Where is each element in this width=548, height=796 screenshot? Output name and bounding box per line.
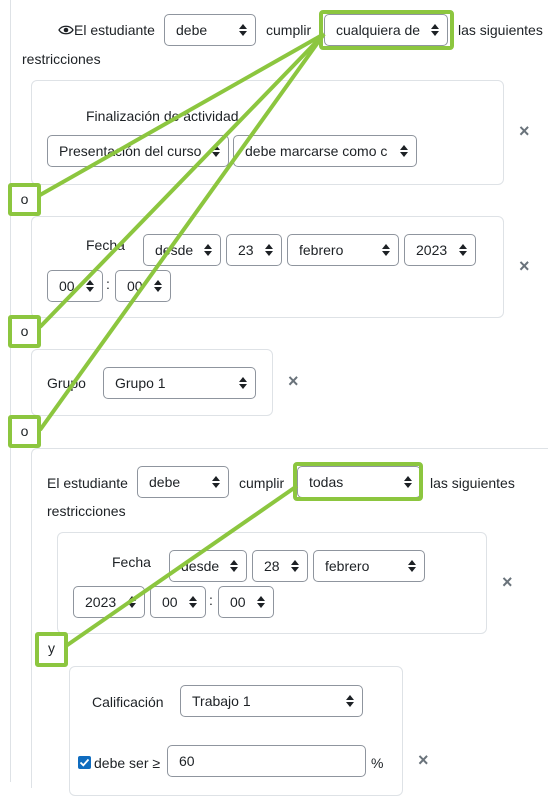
date2-month-select[interactable]: febrero — [313, 550, 425, 582]
group-select[interactable]: Grupo 1 — [103, 367, 256, 399]
date2-direction-select[interactable]: desde — [169, 550, 247, 582]
grade-item-select[interactable]: Trabajo 1 — [180, 685, 363, 717]
select-caret-icon — [257, 596, 265, 608]
date2-day-value: 28 — [264, 558, 280, 574]
grade-item-value: Trabajo 1 — [192, 693, 251, 709]
completion-activity-select[interactable]: Presentación del curso — [47, 135, 229, 167]
nested-student-label: El estudiante — [47, 475, 128, 491]
date-condition-box-2 — [57, 532, 487, 634]
select-caret-icon — [128, 596, 136, 608]
select-caret-icon — [265, 244, 273, 256]
completion-activity-value: Presentación del curso — [59, 143, 202, 159]
date2-label: Fecha — [112, 554, 151, 570]
select-caret-icon — [382, 244, 390, 256]
operator-or-3: o — [8, 415, 41, 448]
group-label: Grupo — [47, 375, 86, 391]
date1-day-select[interactable]: 23 — [226, 234, 282, 266]
root-following-label: las siguientes — [458, 22, 543, 38]
select-caret-icon — [204, 244, 212, 256]
grade-min-input[interactable]: 60 — [167, 745, 366, 777]
root-fulfil-label: cumplir — [266, 22, 312, 38]
date2-minute-select[interactable]: 00 — [218, 586, 274, 618]
eye-icon[interactable] — [58, 23, 74, 37]
completion-condition-select[interactable]: debe marcarse como c — [233, 135, 417, 167]
date2-year-value: 2023 — [85, 594, 117, 610]
date1-minute-select[interactable]: 00 — [115, 270, 171, 302]
select-caret-icon — [408, 560, 416, 572]
grade-label: Calificación — [92, 694, 164, 710]
nested-must-value: debe — [149, 474, 181, 490]
select-caret-icon — [346, 695, 354, 707]
delete-grade-icon[interactable]: × — [418, 751, 429, 769]
delete-completion-icon[interactable]: × — [519, 122, 530, 140]
select-caret-icon — [154, 280, 162, 292]
date1-hour-select[interactable]: 00 — [47, 270, 103, 302]
date1-colon: : — [106, 276, 110, 292]
root-restrictions-label: restricciones — [22, 51, 101, 67]
date2-year-select[interactable]: 2023 — [73, 586, 145, 618]
nested-fulfil-label: cumplir — [239, 475, 285, 491]
date1-direction-select[interactable]: desde — [143, 234, 221, 266]
grade-min-checkbox[interactable] — [78, 756, 91, 769]
check-icon — [79, 758, 90, 767]
date2-month-value: febrero — [325, 558, 370, 574]
date2-colon: : — [209, 592, 213, 608]
root-must-select[interactable]: debe — [164, 14, 256, 46]
select-caret-icon — [189, 596, 197, 608]
nested-following-label: las siguientes — [430, 475, 515, 491]
select-caret-icon — [291, 560, 299, 572]
date1-day-value: 23 — [238, 242, 254, 258]
select-caret-icon — [239, 24, 247, 36]
date1-minute-value: 00 — [127, 278, 143, 294]
completion-title: Finalización de actividad — [86, 108, 239, 124]
select-caret-icon — [86, 280, 94, 292]
select-caret-icon — [400, 145, 408, 157]
date1-month-value: febrero — [299, 242, 344, 258]
root-student-label: El estudiante — [74, 22, 155, 38]
select-caret-icon — [212, 145, 220, 157]
highlight-nested-match-select — [293, 462, 423, 501]
date1-label: Fecha — [86, 237, 125, 253]
date2-minute-value: 00 — [230, 594, 246, 610]
highlight-root-match-select — [319, 10, 454, 50]
grade-must-be-label: debe ser ≥ — [94, 755, 161, 771]
date1-year-value: 2023 — [416, 242, 448, 258]
date1-direction-value: desde — [155, 242, 194, 258]
group-value: Grupo 1 — [115, 375, 166, 391]
date1-hour-value: 00 — [59, 278, 75, 294]
nested-restrictions-label: restricciones — [47, 503, 126, 519]
date-condition-box-1 — [31, 216, 504, 318]
operator-or-1: o — [8, 183, 41, 216]
root-must-value: debe — [176, 22, 208, 38]
operator-and-1: y — [35, 632, 68, 667]
date2-day-select[interactable]: 28 — [252, 550, 308, 582]
completion-condition-box — [31, 80, 504, 185]
grade-min-value: 60 — [179, 753, 195, 769]
select-caret-icon — [239, 377, 247, 389]
grade-percent-label: % — [371, 755, 384, 771]
operator-or-2: o — [8, 315, 41, 348]
delete-group-icon[interactable]: × — [288, 372, 299, 390]
completion-condition-value: debe marcarse como c — [245, 143, 388, 159]
date2-hour-select[interactable]: 00 — [150, 586, 206, 618]
nested-must-select[interactable]: debe — [137, 466, 229, 498]
date2-hour-value: 00 — [162, 594, 178, 610]
select-caret-icon — [212, 476, 220, 488]
delete-date1-icon[interactable]: × — [519, 257, 530, 275]
select-caret-icon — [459, 244, 467, 256]
date2-direction-value: desde — [181, 558, 220, 574]
outer-left-border — [10, 0, 11, 782]
delete-date2-icon[interactable]: × — [502, 573, 513, 591]
date1-month-select[interactable]: febrero — [287, 234, 399, 266]
date1-year-select[interactable]: 2023 — [404, 234, 476, 266]
select-caret-icon — [230, 560, 238, 572]
